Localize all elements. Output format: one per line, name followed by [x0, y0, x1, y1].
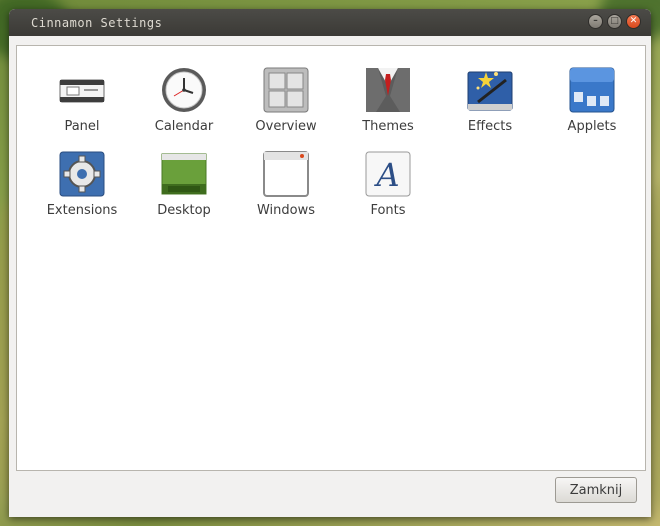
item-fonts[interactable]: A Fonts [337, 130, 439, 218]
clock-icon [162, 68, 206, 112]
item-calendar[interactable]: Calendar [133, 46, 235, 134]
item-label: Extensions [46, 203, 118, 218]
magic-wand-icon [467, 71, 513, 111]
panel-icon [59, 79, 105, 103]
close-button[interactable]: Zamknij [555, 477, 637, 503]
settings-window: Cinnamon Settings – □ ✕ Panel Calendar O… [9, 9, 651, 517]
suit-tie-icon [366, 68, 410, 112]
item-label: Applets [567, 119, 617, 134]
minimize-button[interactable]: – [588, 14, 603, 29]
titlebar[interactable]: Cinnamon Settings – □ ✕ [9, 9, 651, 36]
font-icon: A [365, 151, 411, 197]
minimize-icon: – [593, 16, 598, 26]
item-overview[interactable]: Overview [235, 46, 337, 134]
item-applets[interactable]: Applets [541, 46, 643, 134]
close-icon: ✕ [629, 16, 638, 26]
item-themes[interactable]: Themes [337, 46, 439, 134]
gear-icon [59, 151, 105, 197]
item-label: Fonts [370, 203, 406, 218]
item-label: Effects [467, 119, 513, 134]
item-panel[interactable]: Panel [31, 46, 133, 134]
window-title: Cinnamon Settings [31, 15, 163, 30]
item-effects[interactable]: Effects [439, 46, 541, 134]
item-label: Windows [256, 203, 316, 218]
maximize-icon: □ [610, 16, 619, 26]
window-icon [263, 151, 309, 197]
close-window-button[interactable]: ✕ [626, 14, 641, 29]
desktop-icon [161, 153, 207, 195]
settings-icon-view: Panel Calendar Overview Themes Effects A… [16, 45, 646, 471]
item-extensions[interactable]: Extensions [31, 130, 133, 218]
item-desktop[interactable]: Desktop [133, 130, 235, 218]
window-controls: – □ ✕ [588, 14, 641, 29]
overview-grid-icon [263, 67, 309, 113]
item-label: Desktop [157, 203, 211, 218]
item-windows[interactable]: Windows [235, 130, 337, 218]
svg-text:A: A [373, 156, 399, 194]
applets-icon [569, 67, 615, 113]
maximize-button[interactable]: □ [607, 14, 622, 29]
